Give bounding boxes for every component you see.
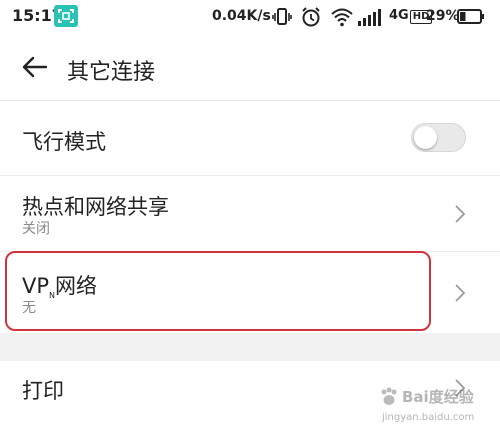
chevron-right-icon [454,204,466,228]
app-header: 其它连接 [0,34,500,101]
paw-icon [381,387,397,405]
section-gap [0,333,500,361]
vibrate-icon [272,6,292,32]
airplane-mode-label: 飞行模式 [22,130,106,154]
toggle-knob [414,126,437,149]
battery-icon [457,9,485,29]
signal-icon [357,6,389,32]
watermark-url: jingyan.baidu.com [382,412,475,423]
hotspot-sharing-label: 热点和网络共享 [22,195,169,219]
hotspot-sharing-row[interactable]: 热点和网络共享 关闭 [0,176,500,251]
airplane-mode-toggle[interactable] [411,123,466,152]
highlight-annotation [5,251,431,331]
watermark-text: Bai度经验 [402,388,474,406]
hotspot-sharing-status: 关闭 [22,221,50,237]
net-speed: 0.04K/s [212,8,271,24]
screenshot-scan-icon [54,5,78,27]
alarm-icon [300,6,322,32]
page-title: 其它连接 [67,60,156,85]
status-bar: 15:17 0.04K/s 4G HD 29% [0,0,500,34]
battery-percent: 29% [426,8,460,24]
baidu-jingyan-watermark: Bai度经验 jingyan.baidu.com [372,380,496,430]
back-arrow-icon[interactable] [22,56,48,82]
wifi-icon [330,6,354,32]
print-label: 打印 [22,379,64,403]
chevron-right-icon [454,283,466,307]
